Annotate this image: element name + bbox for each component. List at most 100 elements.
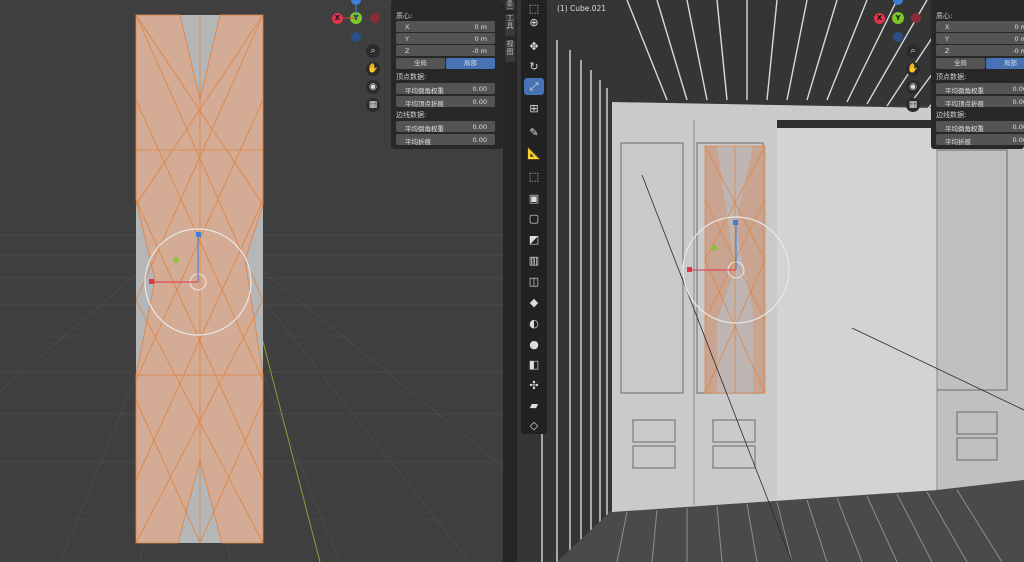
vertex-bevel-weight-field[interactable]: 平均倒角权重 0.00 bbox=[936, 83, 1024, 95]
centroid-z-field[interactable]: Z -0 m bbox=[936, 45, 1024, 56]
vertex-data-header: 顶点数据: bbox=[396, 73, 427, 81]
field-value: -0 m bbox=[1012, 47, 1024, 55]
field-value: 0 m bbox=[1014, 23, 1024, 31]
vertex-data-header: 顶点数据: bbox=[936, 73, 967, 81]
global-toggle[interactable]: 全局 bbox=[396, 58, 445, 69]
shrink-fatten-icon[interactable]: ✣ bbox=[524, 377, 544, 394]
local-toggle[interactable]: 局部 bbox=[986, 58, 1024, 69]
camera-icon[interactable]: ◉ bbox=[366, 80, 380, 94]
poly-build-icon[interactable]: ◆ bbox=[524, 294, 544, 311]
local-toggle[interactable]: 局部 bbox=[446, 58, 495, 69]
field-label: 平均倒角权重 bbox=[405, 125, 444, 133]
global-toggle[interactable]: 全局 bbox=[936, 58, 985, 69]
nav-gizmo-lines bbox=[338, 4, 357, 19]
bevel-icon[interactable]: ◩ bbox=[524, 231, 544, 248]
active-object-label: (1) Cube.021 bbox=[557, 4, 607, 13]
field-value: 0.00 bbox=[1012, 85, 1024, 93]
field-value: 0 m bbox=[474, 35, 487, 43]
edge-data-header: 边线数据: bbox=[396, 111, 427, 119]
left-3d-viewport[interactable]: X Y ⌕ ✋ ◉ ▦ 质心: X 0 m Y 0 m Z -0 m 全局 局部 顶点… bbox=[0, 0, 503, 562]
gizmo-x-handle bbox=[149, 279, 154, 284]
y-axis-line bbox=[259, 329, 321, 562]
field-label: 平均倒角权重 bbox=[945, 125, 984, 133]
field-value: 0.00 bbox=[1012, 98, 1024, 106]
nav-x-axis-ball[interactable]: X bbox=[874, 13, 885, 24]
field-label: 平均倒角权重 bbox=[405, 87, 444, 95]
transform-icon[interactable]: ⊞ bbox=[524, 100, 544, 117]
field-value: 0.00 bbox=[1012, 136, 1024, 144]
nav-y-label: Y bbox=[895, 14, 901, 22]
shear-icon[interactable]: ▰ bbox=[524, 397, 544, 414]
centroid-y-field[interactable]: Y 0 m bbox=[396, 33, 495, 44]
field-value: 0.00 bbox=[1012, 123, 1024, 131]
grid-perspective-icon[interactable]: ▦ bbox=[906, 98, 920, 112]
centroid-x-field[interactable]: X 0 m bbox=[936, 21, 1024, 32]
field-value: 0.00 bbox=[472, 85, 487, 93]
field-value: 0.00 bbox=[472, 123, 487, 131]
loop-cut-icon[interactable]: ▥ bbox=[524, 252, 544, 269]
smooth-icon[interactable]: ● bbox=[524, 336, 544, 353]
edge-crease-field[interactable]: 平均折痕 0.00 bbox=[936, 134, 1024, 146]
edge-slide-icon[interactable]: ◧ bbox=[524, 356, 544, 373]
nav-x-label: X bbox=[876, 14, 883, 22]
tool-shelf: ⬚ ⊕ ✥ ↻ ⤢ ⊞ ✎ 📐 ⬚ ▣ ▢ ◩ ▥ ◫ ◆ ◐ ● ◧ ✣ ▰ ◇ bbox=[521, 0, 547, 434]
field-label: 平均顶点折痕 bbox=[405, 100, 444, 108]
tab-item[interactable]: 条目 bbox=[505, 0, 515, 10]
nav-neg-x-axis-ball[interactable] bbox=[911, 13, 921, 23]
field-label: X bbox=[405, 23, 410, 31]
field-label: Y bbox=[405, 35, 409, 43]
field-value: 0.00 bbox=[472, 98, 487, 106]
field-value: 0.00 bbox=[472, 136, 487, 144]
cursor-icon[interactable]: ⊕ bbox=[524, 14, 544, 31]
zoom-icon[interactable]: ⌕ bbox=[906, 44, 920, 58]
edge-bevel-weight-field[interactable]: 平均倒角权重 0.00 bbox=[396, 121, 495, 133]
centroid-x-field[interactable]: X 0 m bbox=[396, 21, 495, 32]
rotate-icon[interactable]: ↻ bbox=[524, 58, 544, 75]
nav-y-axis-ball[interactable]: Y bbox=[892, 12, 904, 24]
field-value: 0 m bbox=[474, 23, 487, 31]
edge-crease-field[interactable]: 平均折痕 0.00 bbox=[396, 134, 495, 146]
field-label: Y bbox=[945, 35, 949, 43]
camera-icon[interactable]: ◉ bbox=[906, 80, 920, 94]
field-value: 0 m bbox=[1014, 35, 1024, 43]
nav-neg-z-axis-ball[interactable] bbox=[893, 32, 903, 42]
extrude-icon[interactable]: ▣ bbox=[524, 190, 544, 207]
nav-neg-z-axis-ball[interactable] bbox=[351, 32, 361, 42]
zoom-icon[interactable]: ⌕ bbox=[366, 44, 380, 58]
scale-icon[interactable]: ⤢ bbox=[524, 78, 544, 95]
field-value: -0 m bbox=[472, 47, 487, 55]
centroid-z-field[interactable]: Z -0 m bbox=[396, 45, 495, 56]
field-label: 平均倒角权重 bbox=[945, 87, 984, 95]
centroid-header: 质心: bbox=[396, 12, 413, 20]
vertex-crease-field[interactable]: 平均顶点折痕 0.00 bbox=[936, 96, 1024, 108]
hand-pan-icon[interactable]: ✋ bbox=[906, 62, 920, 76]
inset-icon[interactable]: ▢ bbox=[524, 210, 544, 227]
right-3d-viewport[interactable]: (1) Cube.021 X Y ⌕ ✋ ◉ ▦ 质心: X 0 m Y 0 m Z… bbox=[517, 0, 1024, 562]
grid-perspective-icon[interactable]: ▦ bbox=[366, 98, 380, 112]
tab-view[interactable]: 视图 bbox=[505, 40, 515, 62]
add-cube-icon[interactable]: ⬚ bbox=[524, 168, 544, 185]
move-icon[interactable]: ✥ bbox=[524, 38, 544, 55]
field-label: 平均顶点折痕 bbox=[945, 100, 984, 108]
centroid-y-field[interactable]: Y 0 m bbox=[936, 33, 1024, 44]
field-label: Z bbox=[945, 47, 950, 55]
viewport-divider[interactable] bbox=[503, 0, 517, 562]
tab-tool[interactable]: 工具 bbox=[505, 14, 515, 36]
wardrobe-right bbox=[937, 108, 1024, 490]
gizmo-z-handle bbox=[196, 232, 201, 237]
item-sidebar-panel: 质心: X 0 m Y 0 m Z -0 m 全局 局部 顶点数据: 平均倒角权重 0.… bbox=[391, 0, 503, 149]
spin-icon[interactable]: ◐ bbox=[524, 315, 544, 332]
centroid-header: 质心: bbox=[936, 12, 953, 20]
measure-icon[interactable]: 📐 bbox=[524, 145, 544, 162]
field-label: 平均折痕 bbox=[945, 138, 971, 146]
vertex-crease-field[interactable]: 平均顶点折痕 0.00 bbox=[396, 96, 495, 108]
annotate-icon[interactable]: ✎ bbox=[524, 124, 544, 141]
knife-icon[interactable]: ◫ bbox=[524, 273, 544, 290]
rip-icon[interactable]: ◇ bbox=[524, 417, 544, 434]
hand-pan-icon[interactable]: ✋ bbox=[366, 62, 380, 76]
vertex-bevel-weight-field[interactable]: 平均倒角权重 0.00 bbox=[396, 83, 495, 95]
wardrobe-center bbox=[777, 120, 937, 500]
field-label: 平均折痕 bbox=[405, 138, 431, 146]
field-label: X bbox=[945, 23, 950, 31]
edge-bevel-weight-field[interactable]: 平均倒角权重 0.00 bbox=[936, 121, 1024, 133]
